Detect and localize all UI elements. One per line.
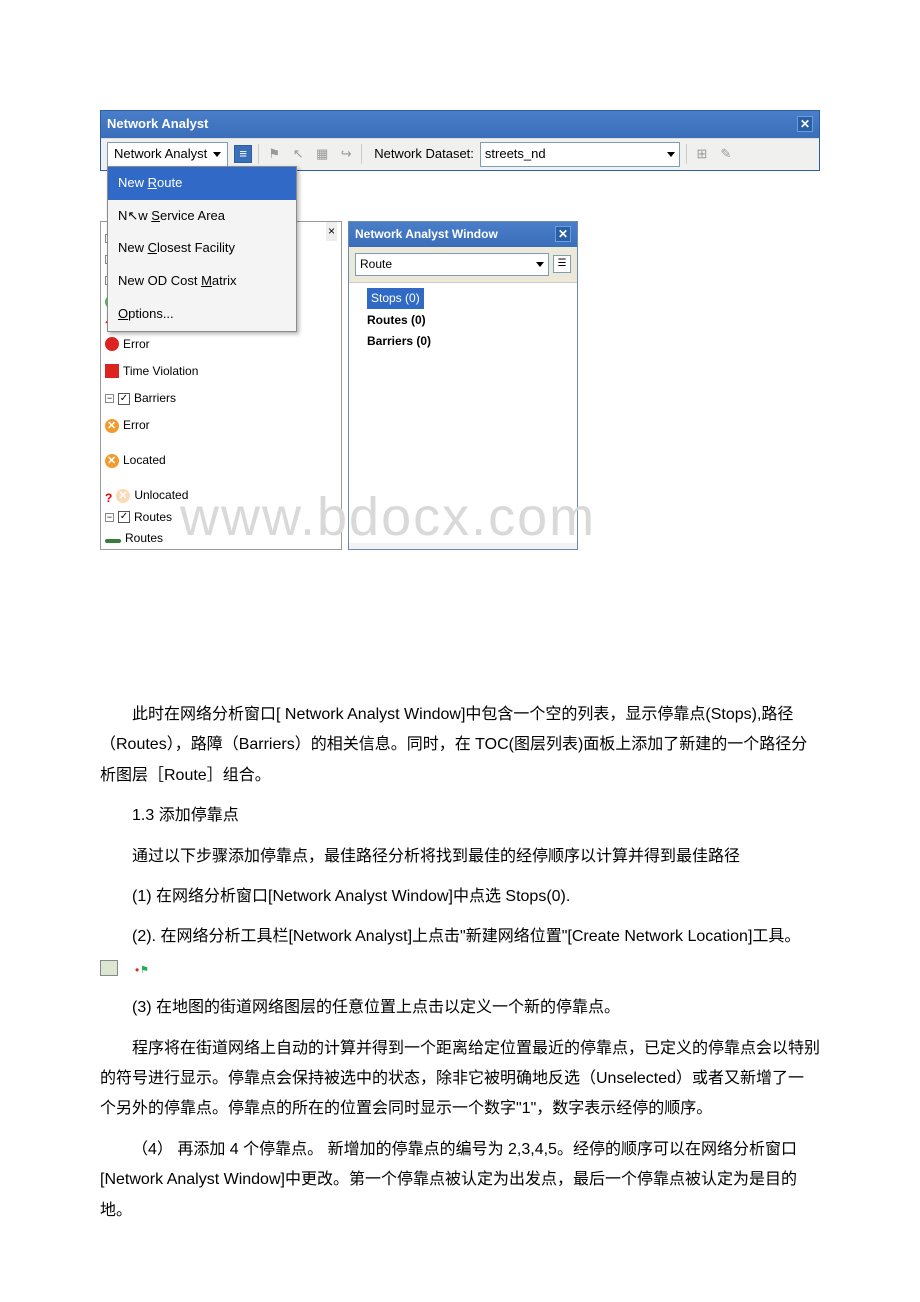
chevron-down-icon (667, 152, 675, 157)
checkbox-icon[interactable]: ✓ (118, 511, 130, 523)
toc-error: Error (105, 334, 337, 355)
menu-new-service-area[interactable]: N↖w Service Area (108, 200, 296, 233)
na-window: Network Analyst Window ✕ Route ☰ Stops (… (348, 221, 578, 550)
create-location-tool-icon (100, 960, 118, 976)
nd-label: Network Dataset: (374, 144, 474, 165)
na-properties-button[interactable]: ☰ (553, 255, 571, 273)
na-window-toggle-icon[interactable]: ≡ (234, 145, 252, 163)
paragraph: 通过以下步骤添加停靠点，最佳路径分析将找到最佳的经停顺序以计算并得到最佳路径 (100, 842, 820, 872)
naw-routes[interactable]: Routes (0) (367, 310, 571, 331)
na-dropdown-label: Network Analyst (114, 144, 207, 165)
paragraph: (3) 在地图的街道网络图层的任意位置上点击以定义一个新的停靠点。 (100, 993, 820, 1023)
menu-new-od-cost-matrix[interactable]: New OD Cost Matrix (108, 265, 296, 298)
na-dropdown-wrap: Network Analyst New Route N↖w Service Ar… (107, 142, 228, 167)
close-icon[interactable]: × (326, 222, 337, 241)
na-layer-select-value: Route (360, 255, 392, 274)
na-window-titlebar: Network Analyst Window ✕ (349, 222, 577, 247)
create-location-icon[interactable]: ⚑ (265, 145, 283, 163)
nd-select[interactable]: streets_nd (480, 142, 680, 167)
toc-routes-label: Routes (134, 508, 172, 527)
toc-b-error: Error (105, 415, 337, 436)
toc-b-located: Located (105, 450, 337, 471)
chevron-down-icon (536, 262, 544, 267)
route-line-icon (105, 539, 121, 543)
nd-select-value: streets_nd (485, 144, 546, 165)
paragraph: (2). 在网络分析工具栏[Network Analyst]上点击"新建网络位置… (100, 922, 820, 983)
identify-icon[interactable]: ⊞ (693, 145, 711, 163)
paragraph: 1.3 添加停靠点 (100, 801, 820, 831)
toc-routes[interactable]: −✓ Routes (105, 507, 337, 528)
paragraph: (1) 在网络分析窗口[Network Analyst Window]中点选 S… (100, 882, 820, 912)
menu-new-closest-facility[interactable]: New Closest Facility (108, 232, 296, 265)
menu-options[interactable]: Options... (108, 298, 296, 331)
faded-x-icon (116, 489, 130, 503)
toc-barriers-label: Barriers (134, 389, 176, 408)
na-dropdown-button[interactable]: Network Analyst (107, 142, 228, 167)
toc-time-violation: Time Violation (105, 361, 337, 382)
solve-icon[interactable]: ▦ (313, 145, 331, 163)
directions-icon[interactable]: ↪ (337, 145, 355, 163)
paragraph-text: (2). 在网络分析工具栏[Network Analyst]上点击"新建网络位置… (132, 928, 800, 945)
question-icon: ? (105, 489, 112, 503)
close-icon[interactable]: ✕ (555, 226, 571, 242)
naw-barriers[interactable]: Barriers (0) (367, 331, 571, 352)
toolbar-separator (361, 144, 362, 164)
paragraph: （4） 再添加 4 个停靠点。 新增加的停靠点的编号为 2,3,4,5。经停的顺… (100, 1135, 820, 1226)
toc-error-label: Error (123, 335, 150, 354)
na-window-select-row: Route ☰ (349, 247, 577, 283)
na-toolbar-titlebar: Network Analyst ✕ (101, 111, 819, 138)
na-toolbar-row: Network Analyst New Route N↖w Service Ar… (101, 138, 819, 170)
chevron-down-icon (213, 152, 221, 157)
naw-stops[interactable]: Stops (0) (367, 288, 424, 309)
menu-new-route[interactable]: New Route (108, 167, 296, 200)
select-move-icon[interactable]: ↖ (289, 145, 307, 163)
toc-b-unlocated: ? Unlocated (105, 485, 337, 506)
toolbar-separator (686, 144, 687, 164)
na-toolbar-title: Network Analyst (107, 114, 208, 135)
na-window-body: Stops (0) Routes (0) Barriers (0) (349, 283, 577, 543)
na-layer-select[interactable]: Route (355, 253, 549, 276)
toc-b-error-label: Error (123, 416, 150, 435)
na-toolbar: Network Analyst ✕ Network Analyst New Ro… (100, 110, 820, 171)
build-icon[interactable]: ✎ (717, 145, 735, 163)
toc-b-located-label: Located (123, 451, 166, 470)
paragraph: 此时在网络分析窗口[ Network Analyst Window]中包含一个空… (100, 700, 820, 791)
toc-b-unlocated-label: Unlocated (134, 486, 188, 505)
toc-routes-sym: Routes (105, 528, 337, 549)
error-x-icon (105, 419, 119, 433)
paragraph: 程序将在街道网络上自动的计算并得到一个距离给定位置最近的停靠点，已定义的停靠点会… (100, 1034, 820, 1125)
collapse-icon[interactable]: − (105, 394, 114, 403)
checkbox-icon[interactable]: ✓ (118, 393, 130, 405)
collapse-icon[interactable]: − (105, 513, 114, 522)
close-icon[interactable]: ✕ (797, 116, 813, 132)
toc-routes-sub-label: Routes (125, 529, 163, 548)
error-x-icon (105, 454, 119, 468)
toolbar-separator (258, 144, 259, 164)
na-window-title: Network Analyst Window (355, 225, 498, 244)
red-dot-icon (105, 337, 119, 351)
toc-tv-label: Time Violation (123, 362, 198, 381)
na-dropdown-menu: New Route N↖w Service Area New Closest F… (107, 166, 297, 332)
red-square-icon (105, 364, 119, 378)
toc-barriers[interactable]: −✓ Barriers (105, 388, 337, 409)
